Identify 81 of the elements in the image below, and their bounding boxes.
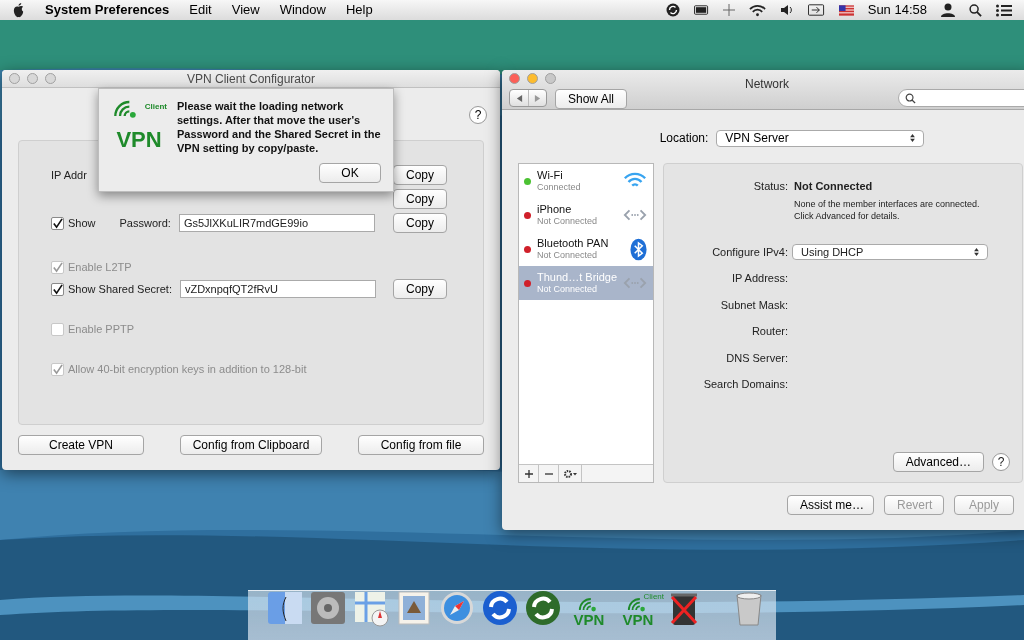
compass-icon[interactable] (438, 589, 476, 627)
copy-button[interactable]: Copy (393, 189, 447, 209)
updown-arrows-icon (974, 247, 979, 256)
ipv4-dropdown[interactable]: Using DHCP (792, 243, 988, 260)
vpn-logo: Client VPN (113, 99, 167, 151)
flag-icon[interactable] (838, 4, 854, 16)
help-button[interactable]: ? (992, 453, 1010, 471)
field-label: Location: (659, 130, 709, 147)
field-label: IP Address: (730, 271, 788, 286)
bluetooth-icon (630, 237, 647, 261)
service-status: Connected (537, 181, 582, 193)
menu-item[interactable]: Help (345, 0, 373, 20)
user-icon[interactable] (941, 3, 955, 17)
action-button[interactable]: Config from file (358, 435, 484, 455)
service-status: Not Connected (537, 283, 599, 295)
checkbox[interactable] (51, 282, 64, 296)
stamp-icon[interactable] (395, 589, 433, 627)
service-name: Bluetooth PAN (537, 237, 610, 249)
service-item[interactable]: iPhone Not Connected (519, 198, 653, 232)
search-icon[interactable] (969, 3, 982, 17)
ok-button[interactable]: OK (319, 163, 381, 183)
arrows-icon (623, 276, 647, 290)
field-label: IP Addr (51, 167, 87, 183)
window-control-icon[interactable] (509, 73, 520, 84)
wifi-icon[interactable] (748, 3, 766, 17)
location-dropdown[interactable]: VPN Server (716, 129, 925, 147)
action-button[interactable]: Assist me… (787, 495, 874, 515)
display-icon[interactable] (807, 4, 825, 16)
show-all-button[interactable]: Show All (555, 89, 628, 109)
field-label: Search Domains: (702, 377, 788, 392)
list-icon[interactable] (996, 3, 1012, 17)
app-menu[interactable]: System Preferences (45, 0, 170, 20)
window-title: Network (745, 77, 789, 91)
service-name: iPhone (537, 203, 573, 215)
field-label: Subnet Mask: (719, 297, 788, 313)
service-name: Wi-Fi (537, 169, 564, 181)
service-item[interactable]: Bluetooth PAN Not Connected (519, 232, 653, 266)
help-button[interactable]: ? (469, 106, 487, 124)
service-name: Thund…t Bridge (537, 271, 619, 283)
sync-icon[interactable] (665, 3, 680, 17)
search-icon (905, 92, 916, 104)
field-label: Router: (750, 324, 788, 339)
copy-button[interactable]: Copy (393, 279, 447, 299)
password-field[interactable]: Gs5JlXKuLIR7mdGE99io (178, 214, 375, 232)
arrows-icon (623, 208, 647, 222)
search-field[interactable] (898, 89, 1024, 107)
sync-icon[interactable] (481, 589, 519, 627)
copy-button[interactable]: Copy (393, 165, 447, 185)
volume-icon[interactable] (779, 4, 794, 16)
status-note: None of the member interfaces are connected. Click Advanced for details. (794, 197, 981, 222)
service-status: Not Connected (537, 215, 599, 227)
window-title: VPN Client Configurator (186, 70, 316, 88)
battery-icon[interactable] (693, 5, 709, 15)
service-status: Not Connected (537, 249, 599, 261)
menu-item[interactable]: Edit (189, 0, 212, 20)
field-label: Password: (119, 215, 171, 231)
apple-icon[interactable] (12, 2, 25, 18)
checkbox-label: Enable L2TP (68, 259, 132, 275)
checkbox-label: Enable PPTP (68, 321, 135, 337)
action-button[interactable]: Create VPN (18, 435, 144, 455)
checkbox-label: Show (68, 215, 96, 231)
gear-icon[interactable] (309, 589, 347, 627)
field-label: Status: (752, 179, 788, 194)
menu-item[interactable]: Window (279, 0, 326, 20)
alert-message: Please wait the loading network settings. After that move the user's Password and the Shared Secret in the VPN setting by copy/paste. (177, 99, 381, 155)
checkbox-label: Allow 40-bit encryption keys in addition to 128-bit (68, 361, 307, 377)
action-button[interactable]: Config from Clipboard (179, 435, 323, 455)
menu-item[interactable]: View (231, 0, 260, 20)
updown-arrows-icon (910, 134, 916, 142)
secret-field[interactable]: vZDxnpqfQT2fRvU (179, 280, 376, 298)
copy-button[interactable]: Copy (393, 213, 447, 233)
advanced-button[interactable]: Advanced… (892, 452, 984, 472)
checkbox[interactable] (51, 216, 64, 230)
service-item[interactable]: Wi-Fi Connected (519, 164, 653, 198)
field-label: DNS Server: (725, 350, 788, 366)
sync-icon[interactable] (524, 589, 562, 627)
checkbox-label: Show Shared Secret: (68, 281, 172, 297)
status-value: Not Connected (794, 179, 874, 194)
clock[interactable]: Sun 14:58 (867, 0, 927, 20)
field-label: Configure IPv4: (711, 244, 788, 260)
map-icon[interactable] (352, 589, 390, 627)
